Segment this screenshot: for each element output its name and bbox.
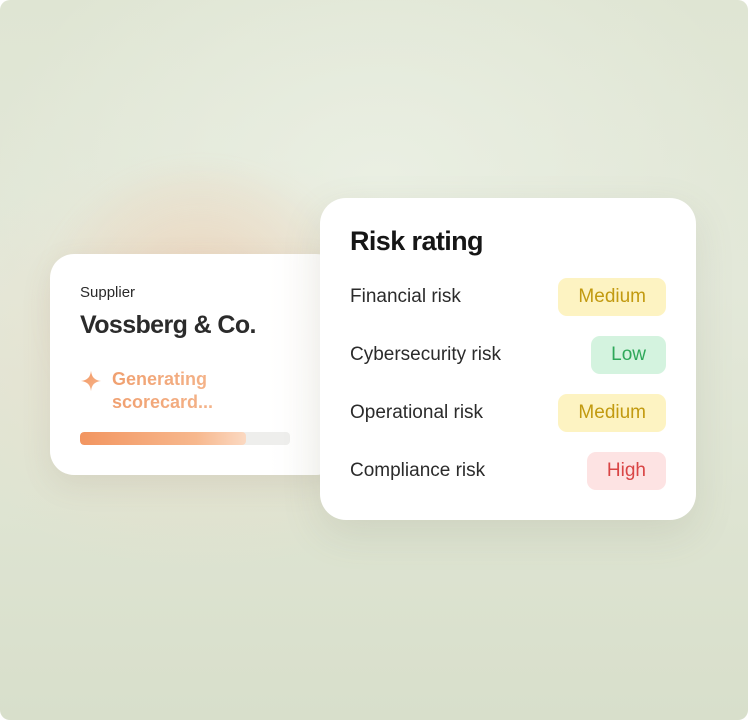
supplier-name: Vossberg & Co. xyxy=(80,311,256,339)
risk-name: Financial risk xyxy=(350,286,461,307)
progress-bar-fill xyxy=(80,432,246,445)
sparkle-icon xyxy=(80,370,102,392)
risk-row-cybersecurity: Cybersecurity risk Low xyxy=(350,336,666,374)
risk-name: Cybersecurity risk xyxy=(350,344,501,365)
generating-status-text: Generating scorecard... xyxy=(112,368,242,414)
progress-bar xyxy=(80,432,290,445)
supplier-card: Supplier Vossberg & Co. Generating score… xyxy=(50,254,340,475)
generating-status: Generating scorecard... xyxy=(80,368,242,414)
supplier-label: Supplier xyxy=(80,284,136,301)
risk-level-badge: Medium xyxy=(558,278,666,316)
risk-row-financial: Financial risk Medium xyxy=(350,278,666,316)
risk-level-badge: High xyxy=(586,452,666,490)
risk-name: Compliance risk xyxy=(350,460,486,481)
risk-level-badge: Medium xyxy=(558,394,666,432)
risk-name: Operational risk xyxy=(350,402,484,423)
risk-row-operational: Operational risk Medium xyxy=(350,394,666,432)
risk-row-compliance: Compliance risk High xyxy=(350,452,666,490)
risk-rating-card: Risk rating Financial risk Medium Cybers… xyxy=(320,198,696,520)
background-canvas: Supplier Vossberg & Co. Generating score… xyxy=(0,0,748,720)
risk-level-badge: Low xyxy=(591,336,666,374)
risk-rating-title: Risk rating xyxy=(350,226,484,256)
